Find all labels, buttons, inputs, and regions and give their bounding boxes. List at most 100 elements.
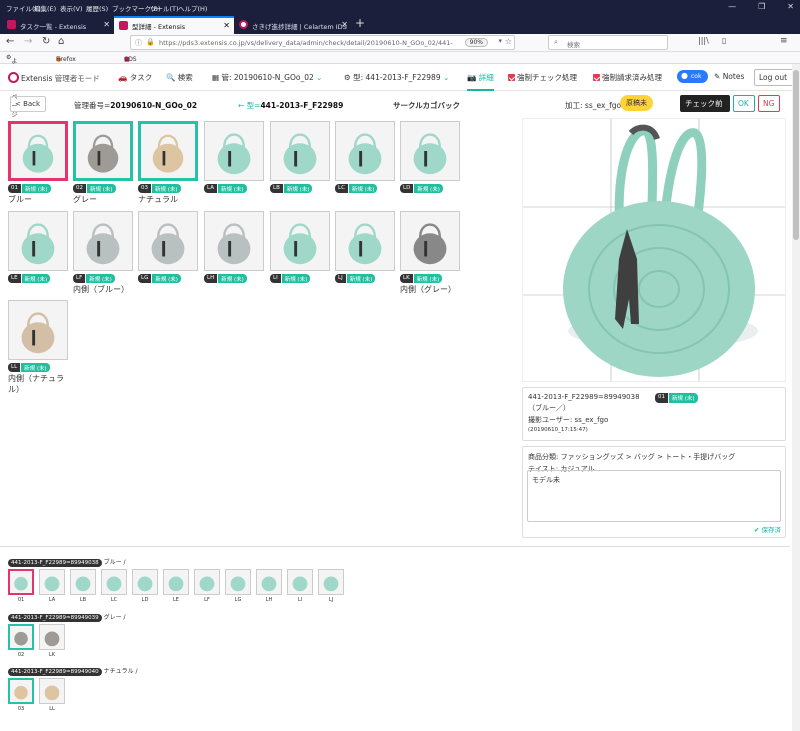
close-window-icon[interactable]: ✕ <box>787 2 794 11</box>
thumbnail-cell[interactable]: 02 新規 (未) グレー <box>73 121 133 205</box>
menu-help[interactable]: ヘルプ(H) <box>178 3 207 13</box>
browser-search-input[interactable]: ⌕ 検索 <box>548 35 668 50</box>
thumbnail-image[interactable] <box>335 211 395 271</box>
thumbnail-image[interactable] <box>204 121 264 181</box>
mini-thumbnail-image[interactable] <box>39 624 65 650</box>
thumbnail-image[interactable] <box>73 121 133 181</box>
nav-delivery[interactable]: ▦ 管: 20190610-N_GOo_02 ⌄ <box>212 72 322 83</box>
menu-view[interactable]: 表示(V) <box>60 3 83 13</box>
mini-thumbnail[interactable]: 01 <box>8 569 34 603</box>
url-bar[interactable]: ⓘ 🔒 https://pds3.extensis.co.jp/vs/deliv… <box>130 35 515 50</box>
logout-button[interactable]: Log out <box>754 69 794 86</box>
menu-history[interactable]: 履歴(S) <box>86 3 108 13</box>
scrollbar-thumb[interactable] <box>793 70 799 240</box>
mini-thumbnail-image[interactable] <box>8 569 34 595</box>
thumbnail-cell[interactable]: LJ 新規 (未) <box>335 211 395 284</box>
mini-thumbnail[interactable]: LI <box>287 569 313 603</box>
thumbnail-cell[interactable]: LA 新規 (未) <box>204 121 264 194</box>
thumbnail-image[interactable] <box>400 121 460 181</box>
model-number-link[interactable]: ← 型=441-2013-F_F22989 <box>238 100 343 111</box>
thumbnail-image[interactable] <box>8 211 68 271</box>
mini-thumbnail-image[interactable] <box>256 569 282 595</box>
library-icon[interactable]: |||\ <box>698 36 709 45</box>
sidebar-icon[interactable]: ▯ <box>722 36 726 45</box>
thumbnail-image[interactable] <box>204 211 264 271</box>
ng-button[interactable]: NG <box>758 95 780 112</box>
forced-check-button[interactable]: 強制チェック処理 <box>508 72 577 83</box>
close-tab-icon[interactable]: ✕ <box>341 20 348 29</box>
thumbnail-cell[interactable]: LF 新規 (未) 内側（ブルー） <box>73 211 133 295</box>
browser-tab-model-detail[interactable]: 型詳細 - Extensis ✕ <box>114 16 234 34</box>
mini-thumbnail-image[interactable] <box>8 624 34 650</box>
mini-thumbnail-image[interactable] <box>39 569 65 595</box>
mini-thumbnail[interactable]: LL <box>39 678 65 712</box>
maximize-icon[interactable]: ❐ <box>758 2 765 11</box>
mini-thumbnail[interactable]: LF <box>194 569 220 603</box>
mini-thumbnail[interactable]: 03 <box>8 678 34 712</box>
thumbnail-cell[interactable]: LB 新規 (未) <box>270 121 330 194</box>
mini-thumbnail[interactable]: LH <box>256 569 282 603</box>
mini-thumbnail-image[interactable] <box>39 678 65 704</box>
bookmark-star-icon[interactable]: ☆ <box>505 37 512 46</box>
mini-thumbnail-image[interactable] <box>287 569 313 595</box>
mini-thumbnail-image[interactable] <box>163 569 189 595</box>
mini-thumbnail[interactable]: LC <box>101 569 127 603</box>
thumbnail-cell[interactable]: LK 新規 (未) 内側（グレー） <box>400 211 460 295</box>
mini-thumbnail-image[interactable] <box>101 569 127 595</box>
thumbnail-cell[interactable]: LE 新規 (未) <box>8 211 68 284</box>
thumbnail-cell[interactable]: LH 新規 (未) <box>204 211 264 284</box>
pre-check-button[interactable]: チェック前 <box>680 95 730 112</box>
mini-thumbnail[interactable]: LG <box>225 569 251 603</box>
notes-link[interactable]: ✎ Notes <box>714 72 744 81</box>
nav-detail[interactable]: 📷 詳細 <box>467 72 494 91</box>
mini-thumbnail[interactable]: LK <box>39 624 65 658</box>
thumbnail-image[interactable] <box>270 211 330 271</box>
menu-edit[interactable]: 編集(E) <box>34 3 56 13</box>
thumbnail-image[interactable] <box>138 211 198 271</box>
mini-thumbnail-image[interactable] <box>318 569 344 595</box>
mini-thumbnail[interactable]: LB <box>70 569 96 603</box>
ok-button[interactable]: OK <box>733 95 755 112</box>
close-tab-icon[interactable]: ✕ <box>223 21 230 30</box>
browser-tab-celartem[interactable]: さきげ進捗詳細 | Celartem IDS ✕ <box>234 16 352 34</box>
thumbnail-cell[interactable]: 03 新規 (未) ナチュラル <box>138 121 198 205</box>
minimize-icon[interactable]: — <box>728 2 736 11</box>
forward-arrow-icon[interactable]: → <box>24 36 32 47</box>
thumbnail-cell[interactable]: LD 新規 (未) <box>400 121 460 194</box>
nav-search[interactable]: 🔍 検索 <box>166 72 193 83</box>
info-icon[interactable]: ⓘ <box>135 38 142 48</box>
mini-thumbnail-image[interactable] <box>8 678 34 704</box>
thumbnail-image[interactable] <box>270 121 330 181</box>
mini-thumbnail[interactable]: LE <box>163 569 189 603</box>
thumbnail-image[interactable] <box>73 211 133 271</box>
thumbnail-image[interactable] <box>400 211 460 271</box>
zoom-level[interactable]: 90% <box>464 38 488 47</box>
mini-thumbnail-image[interactable] <box>225 569 251 595</box>
mini-thumbnail[interactable]: LA <box>39 569 65 603</box>
reload-icon[interactable]: ↻ <box>42 36 50 47</box>
nav-model[interactable]: ⚙ 型: 441-2013-F_F22989 ⌄ <box>344 72 449 83</box>
mini-thumbnail-image[interactable] <box>194 569 220 595</box>
memo-textarea[interactable]: モデル未 <box>527 470 781 522</box>
menu-tools[interactable]: ツール(T) <box>150 3 179 13</box>
mini-thumbnail[interactable]: 02 <box>8 624 34 658</box>
thumbnail-image[interactable] <box>8 121 68 181</box>
mini-thumbnail-image[interactable] <box>70 569 96 595</box>
main-preview-image[interactable] <box>522 118 786 382</box>
thumbnail-cell[interactable]: LG 新規 (未) <box>138 211 198 284</box>
home-icon[interactable]: ⌂ <box>58 36 64 47</box>
browser-tab-task-list[interactable]: タスク一覧 - Extensis ✕ <box>2 16 114 34</box>
user-badge[interactable]: ● cok <box>677 70 708 83</box>
thumbnail-image[interactable] <box>335 121 395 181</box>
thumbnail-image[interactable] <box>138 121 198 181</box>
thumbnail-cell[interactable]: LL 新規 (未) 内側（ナチュラル） <box>8 300 68 395</box>
app-logo[interactable]: Extensis 管理者モード <box>8 72 100 84</box>
mini-thumbnail[interactable]: LJ <box>318 569 344 603</box>
hamburger-menu-icon[interactable]: ≡ <box>780 36 788 46</box>
back-button[interactable]: < Back <box>10 96 46 112</box>
bookmark-frequent[interactable]: ⚙ よく見るページ <box>6 54 17 119</box>
back-arrow-icon[interactable]: ← <box>6 36 14 47</box>
pocket-icon[interactable]: ▾ <box>498 37 502 45</box>
thumbnail-cell[interactable]: LC 新規 (未) <box>335 121 395 194</box>
nav-task[interactable]: 🚗 タスク <box>118 72 152 83</box>
